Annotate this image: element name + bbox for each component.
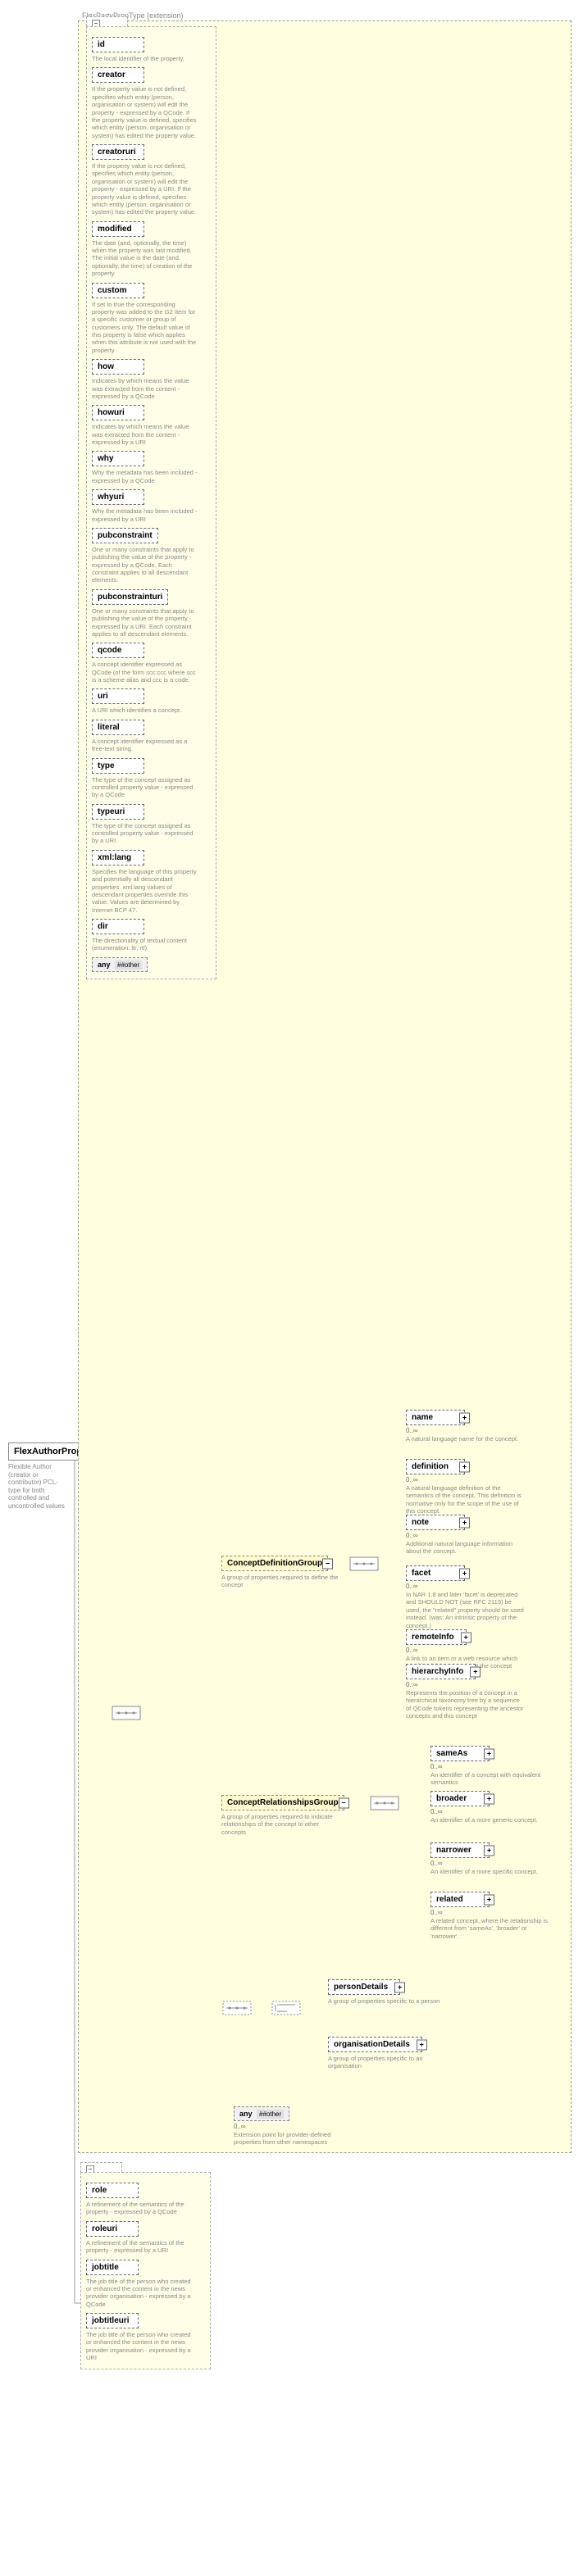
concept-definition-group: ConceptDefinitionGroup − A group of prop…	[221, 1556, 340, 1589]
expand-icon[interactable]: +	[484, 1748, 494, 1759]
attribute-dir: dirThe directionality of textual content…	[92, 919, 211, 952]
expand-icon[interactable]: +	[470, 1666, 481, 1677]
expand-icon[interactable]: +	[394, 1982, 405, 1992]
element-personDetails: personDetails+A group of properties spec…	[328, 1979, 440, 2005]
sequence-compositor-cdg	[348, 1556, 380, 1572]
attribute-qcode: qcodeA concept identifier expressed as Q…	[92, 643, 211, 684]
attribute-roleuri: roleuriA refinement of the semantics of …	[86, 2221, 205, 2255]
attribute-whyuri: whyuriWhy the metadata has been included…	[92, 489, 211, 523]
attribute-custom: customIf set to true the corresponding p…	[92, 283, 211, 355]
attribute-literal: literalA concept identifier expressed as…	[92, 720, 211, 753]
attribute-type: typeThe type of the concept assigned as …	[92, 758, 211, 799]
sequence-compositor-crg	[369, 1795, 400, 1811]
element-narrower: narrower+0..∞An identifier of a more spe…	[430, 1842, 538, 1875]
attribute-pubconstraint: pubconstraintOne or many constraints tha…	[92, 528, 211, 584]
choice-compositor	[271, 2000, 302, 2016]
attribute-creatoruri: creatoruriIf the property value is not d…	[92, 144, 211, 216]
any-attribute: any ##other	[92, 957, 148, 972]
element-definition: definition+0..∞A natural language defini…	[406, 1459, 525, 1515]
expand-icon[interactable]: +	[459, 1568, 470, 1579]
attribute-uri: uriA URI which identifies a concept.	[92, 688, 211, 714]
expand-icon[interactable]: +	[484, 1894, 494, 1905]
attribute-why: whyWhy the metadata has been included - …	[92, 451, 211, 484]
attribute-xmllang: xml:langSpecifies the language of this p…	[92, 850, 211, 914]
root-desc: Flexible Author (creator or contributor)…	[8, 1463, 70, 1511]
attribute-role: roleA refinement of the semantics of the…	[86, 2183, 205, 2216]
expand-icon[interactable]: −	[339, 1797, 349, 1808]
sequence-compositor-choice-outer	[221, 2000, 253, 2016]
element-facet: facet+0..∞In NAR 1.8 and later 'facet' i…	[406, 1565, 525, 1629]
element-hierarchyInfo: hierarchyInfo+0..∞Represents the positio…	[406, 1664, 525, 1720]
attribute-typeuri: typeuriThe type of the concept assigned …	[92, 804, 211, 845]
attribute-jobtitle: jobtitleThe job title of the person who …	[86, 2260, 205, 2309]
element-related: related+0..∞A related concept, where the…	[430, 1892, 549, 1940]
attribute-modified: modifiedThe date (and, optionally, the t…	[92, 221, 211, 278]
attribute-id: idThe local identifier of the property.	[92, 37, 211, 62]
sequence-compositor-main	[111, 1705, 142, 1721]
attribute-creator: creatorIf the property value is not defi…	[92, 67, 211, 139]
expand-icon[interactable]: +	[461, 1632, 471, 1642]
attribute-pubconstrainturi: pubconstrainturiOne or many constraints …	[92, 589, 211, 638]
element-broader: broader+0..∞An identifier of a more gene…	[430, 1791, 538, 1824]
attribute-how: howIndicates by which means the value wa…	[92, 359, 211, 400]
concept-relationships-group: ConceptRelationshipsGroup − A group of p…	[221, 1795, 344, 1836]
element-name: name+0..∞A natural language name for the…	[406, 1410, 518, 1442]
attribute-jobtitleuri: jobtitleuriThe job title of the person w…	[86, 2313, 205, 2362]
expand-icon[interactable]: +	[459, 1412, 470, 1423]
any-element: any ##other 0..∞ Extension point for pro…	[234, 2106, 353, 2147]
element-organisationDetails: organisationDetails+A group of propertie…	[328, 2037, 447, 2070]
expand-icon[interactable]: +	[459, 1461, 470, 1472]
expand-icon[interactable]: +	[459, 1517, 470, 1528]
attribute-howuri: howuriIndicates by which means the value…	[92, 405, 211, 446]
element-note: note+0..∞Additional natural language inf…	[406, 1515, 525, 1556]
expand-icon[interactable]: +	[484, 1793, 494, 1804]
element-sameAs: sameAs+0..∞An identifier of a concept wi…	[430, 1746, 549, 1787]
expand-icon[interactable]: −	[322, 1558, 333, 1569]
expand-icon[interactable]: +	[484, 1845, 494, 1856]
expand-icon[interactable]: +	[417, 2039, 427, 2050]
